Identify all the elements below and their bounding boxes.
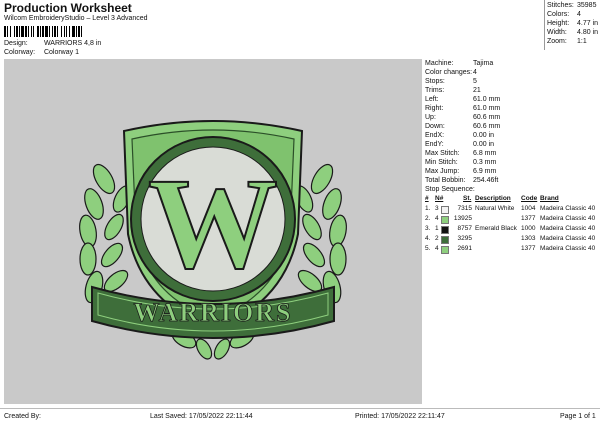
design-value: WARRIORS 4,8 in [43, 40, 102, 47]
design-preview: W WARRIORS [4, 59, 422, 404]
monogram-letter: W [148, 152, 278, 296]
stat-zoom: Zoom: 1:1 [547, 38, 587, 45]
banner-text: WARRIORS [133, 298, 292, 327]
color-swatch [441, 226, 449, 234]
info-row: Down: 60.6 mm [425, 123, 501, 130]
info-row: Up: 60.6 mm [425, 114, 501, 121]
last-saved: Last Saved: 17/05/2022 22:11:44 [150, 413, 253, 420]
design-label: Design: [4, 40, 28, 47]
info-row: Total Bobbin: 254.46ft [425, 177, 499, 184]
page-title: Production Worksheet [4, 1, 132, 15]
info-row: Right: 61.0 mm [425, 105, 501, 112]
worksheet-header: Production Worksheet Wilcom EmbroiderySt… [0, 0, 600, 58]
colorway-value: Colorway 1 [43, 49, 79, 56]
machine-info-panel: Machine: Tajima Color changes:4 Stops: 5 Trim… [425, 60, 596, 254]
printed-date: Printed: 17/05/2022 22:11:47 [355, 413, 445, 420]
colorway-label: Colorway: [4, 49, 36, 56]
color-swatch [441, 216, 449, 224]
stat-width: Width: 4.80 in [547, 29, 599, 36]
software-subtitle: Wilcom EmbroideryStudio – Level 3 Advanc… [4, 15, 148, 22]
info-row: Max Jump: 6.9 mm [425, 168, 497, 175]
info-row: Min Stitch: 0.3 mm [425, 159, 497, 166]
stats-box: Stitches: 35985 Colors: 4 Height: 4.77 in W… [544, 0, 600, 50]
colorway-meta: Colorway: Colorway 1 [4, 49, 79, 56]
color-swatch [441, 236, 449, 244]
design-meta: Design: WARRIORS 4,8 in [4, 40, 101, 47]
warriors-crest-image: W WARRIORS [79, 120, 347, 360]
stat-colors: Colors: 4 [547, 11, 581, 18]
worksheet-footer: Created By: Last Saved: 17/05/2022 22:11… [0, 408, 600, 425]
stop-sequence-title: Stop Sequence: [425, 186, 475, 193]
created-by: Created By: [4, 413, 41, 420]
info-row: EndY: 0.00 in [425, 141, 495, 148]
info-row: Machine: Tajima [425, 60, 494, 67]
color-swatch [441, 206, 449, 214]
info-row: Left: 61.0 mm [425, 96, 501, 103]
stat-height: Height: 4.77 in [547, 20, 599, 27]
color-swatch [441, 246, 449, 254]
stat-stitches: Stitches: 35985 [547, 2, 597, 9]
barcode-image [4, 26, 82, 37]
info-row: Max Stitch: 6.8 mm [425, 150, 497, 157]
info-row: Trims: 21 [425, 87, 481, 94]
info-row: EndX: 0.00 in [425, 132, 495, 139]
info-row: Color changes:4 [425, 69, 477, 76]
page-number: Page 1 of 1 [560, 413, 596, 420]
info-row: Stops: 5 [425, 78, 477, 85]
